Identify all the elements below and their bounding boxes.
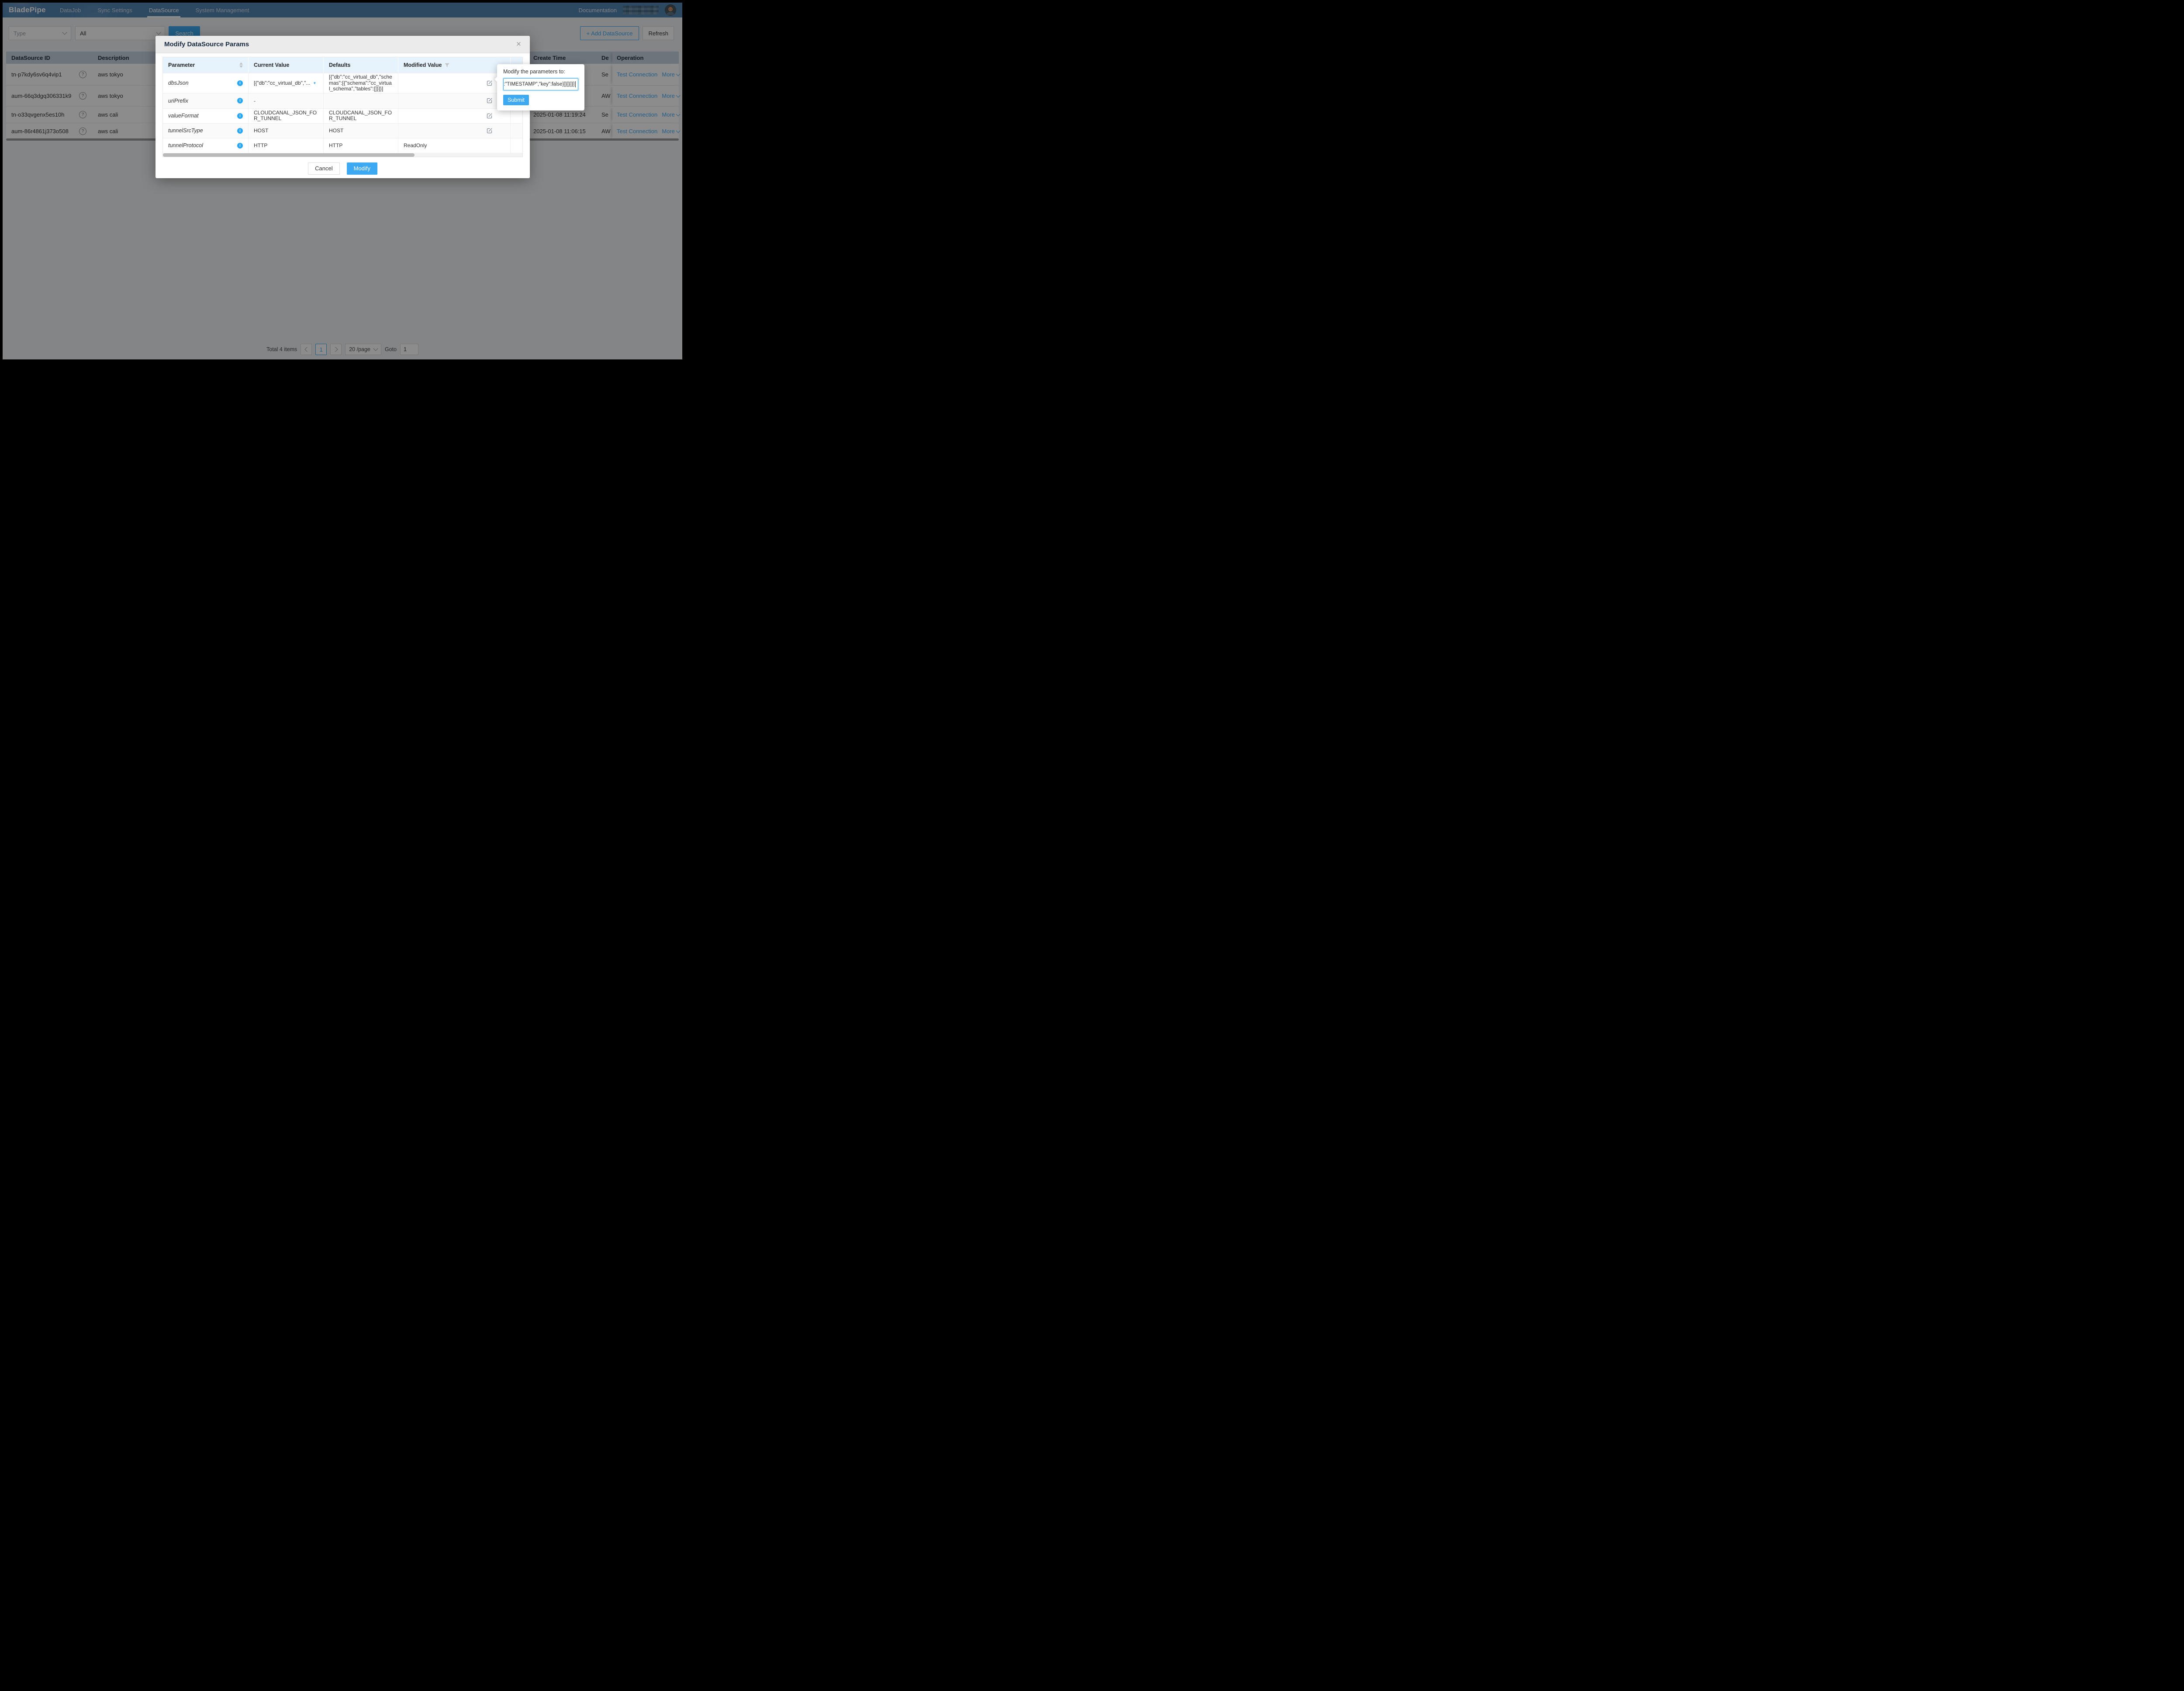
param-current-value: [{"db":"cc_virtual_db","... <box>254 80 310 86</box>
param-default-value: HOST <box>329 128 343 134</box>
modify-value-popover: Modify the parameters to: :"TIMESTAMP","… <box>497 64 584 110</box>
cancel-button[interactable]: Cancel <box>308 162 339 175</box>
params-table-scrollbar <box>163 153 522 157</box>
modify-button[interactable]: Modify <box>347 162 377 175</box>
submit-button[interactable]: Submit <box>503 95 529 105</box>
param-row-tunnelProtocol: tunnelProtocol i HTTP HTTP ReadOnly <box>163 138 522 153</box>
param-row-valueFormat: valueFormati CLOUDCANAL_JSON_FOR_TUNNEL … <box>163 108 522 123</box>
parameter-value-text: :"TIMESTAMP","key":false}]}]}]}] <box>504 82 574 87</box>
screen-frame: BladePipe DataJob Sync Settings DataSour… <box>0 0 685 362</box>
param-row-uriPrefix: uriPrefix i - <box>163 93 522 108</box>
info-icon[interactable]: i <box>237 143 243 148</box>
param-default-value: HTTP <box>329 142 342 148</box>
params-table-scrollbar-thumb[interactable] <box>163 153 415 157</box>
modal-header: Modify DataSource Params × <box>156 36 530 53</box>
edit-icon[interactable] <box>486 80 493 86</box>
param-current-value: HTTP <box>254 142 267 148</box>
param-modified-value: ReadOnly <box>404 142 427 148</box>
edit-icon[interactable] <box>486 113 493 119</box>
col-header-parameter: Parameter <box>163 57 249 73</box>
expand-caret-icon[interactable]: ▼ <box>313 81 316 85</box>
param-current-value: HOST <box>254 128 268 134</box>
param-default-value: [{"db":"cc_virtual_db","schemas":[{"sche… <box>329 74 393 92</box>
edit-icon[interactable] <box>486 97 493 104</box>
param-row-tunnelSrcType: tunnelSrcType i HOST HOST <box>163 123 522 138</box>
filter-funnel-icon[interactable] <box>445 63 449 68</box>
param-name: valueFormat <box>168 113 198 119</box>
info-icon[interactable]: i <box>237 128 243 134</box>
app-window: BladePipe DataJob Sync Settings DataSour… <box>3 3 682 359</box>
params-table-header: Parameter Current Value Defaults Modifie… <box>163 57 522 73</box>
col-header-defaults: Defaults <box>324 57 398 73</box>
param-name: tunnelProtocol <box>168 142 203 148</box>
info-icon[interactable]: i <box>237 113 243 119</box>
param-name: tunnelSrcType <box>168 128 203 134</box>
edit-icon[interactable] <box>486 128 493 134</box>
close-icon[interactable]: × <box>516 40 521 48</box>
param-current-value: - <box>254 98 256 104</box>
modify-params-modal: Modify DataSource Params × Parameter Cur… <box>156 36 530 178</box>
param-default-value: CLOUDCANAL_JSON_FOR_TUNNEL <box>329 110 393 122</box>
modal-body: Parameter Current Value Defaults Modifie… <box>156 53 530 175</box>
param-name: dbsJson <box>168 80 189 86</box>
sort-icon[interactable] <box>239 62 243 68</box>
params-table: Parameter Current Value Defaults Modifie… <box>162 57 523 157</box>
col-header-current-value: Current Value <box>249 57 324 73</box>
param-current-value: CLOUDCANAL_JSON_FOR_TUNNEL <box>254 110 318 122</box>
info-icon[interactable]: i <box>237 80 243 86</box>
col-header-modified-value: Modified Value <box>398 57 511 73</box>
modal-footer: Cancel Modify <box>162 162 523 175</box>
info-icon[interactable]: i <box>237 98 243 104</box>
param-name: uriPrefix <box>168 98 188 104</box>
modal-title: Modify DataSource Params <box>164 41 249 48</box>
popover-label: Modify the parameters to: <box>503 69 578 75</box>
text-cursor <box>575 81 576 87</box>
parameter-value-input[interactable]: :"TIMESTAMP","key":false}]}]}]}] <box>503 78 578 90</box>
param-row-dbsJson: dbsJson i [{"db":"cc_virtual_db","...▼ [{… <box>163 73 522 93</box>
